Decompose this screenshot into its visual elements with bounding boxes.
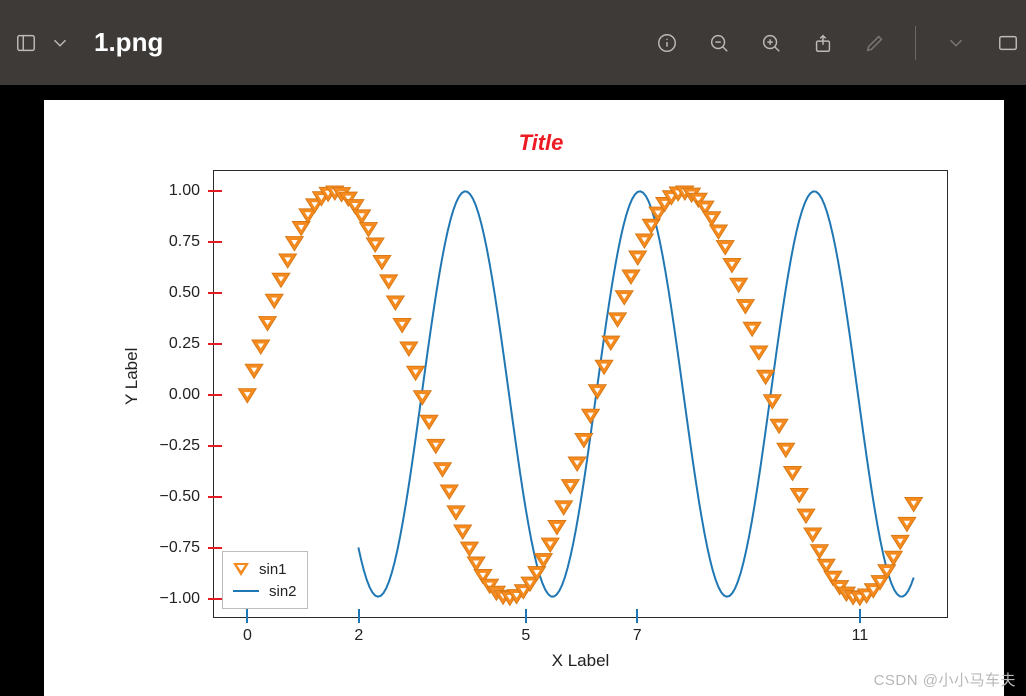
x-tick-label: 0	[243, 627, 252, 645]
y-tick-label: 0.75	[169, 233, 200, 251]
y-tick	[208, 598, 222, 600]
y-tick	[208, 241, 222, 243]
share-icon[interactable]	[811, 31, 835, 55]
x-tick	[246, 609, 248, 623]
titlebar-right	[655, 26, 1012, 60]
y-tick-label: 0.25	[169, 335, 200, 353]
pencil-icon[interactable]	[863, 31, 887, 55]
y-tick-label: 0.00	[169, 386, 200, 404]
x-tick-label: 2	[354, 627, 363, 645]
zoom-in-icon[interactable]	[759, 31, 783, 55]
chevron-down-icon[interactable]	[944, 31, 968, 55]
y-tick	[208, 547, 222, 549]
chart-title: Title	[118, 130, 964, 156]
y-tick-label: −0.75	[160, 539, 200, 557]
x-tick	[636, 609, 638, 623]
y-tick	[208, 394, 222, 396]
x-tick	[358, 609, 360, 623]
x-tick	[525, 609, 527, 623]
legend: sin1 sin2	[222, 551, 308, 609]
window-icon[interactable]	[996, 31, 1020, 55]
legend-item-sin2: sin2	[233, 580, 297, 602]
plot-area	[214, 171, 947, 617]
line-marker-icon	[233, 590, 259, 592]
chevron-down-icon[interactable]	[48, 31, 72, 55]
separator	[915, 26, 916, 60]
y-axis-label: Y Label	[122, 348, 142, 405]
y-tick-label: −1.00	[160, 590, 200, 608]
sidebar-toggle-icon[interactable]	[14, 31, 38, 55]
legend-label: sin2	[269, 583, 297, 600]
triangle-marker-icon	[233, 563, 249, 576]
image-card: Title Y Label 025711−1.00−0.75−0.50−0.25…	[44, 100, 1004, 696]
y-tick-label: −0.25	[160, 437, 200, 455]
x-tick-label: 7	[633, 627, 642, 645]
y-tick	[208, 343, 222, 345]
image-viewport: Title Y Label 025711−1.00−0.75−0.50−0.25…	[0, 85, 1026, 696]
x-tick	[859, 609, 861, 623]
file-name: 1.png	[94, 27, 163, 58]
x-axis-label: X Label	[214, 651, 947, 671]
y-tick	[208, 190, 222, 192]
y-tick-label: 1.00	[169, 182, 200, 200]
zoom-out-icon[interactable]	[707, 31, 731, 55]
x-tick-label: 5	[521, 627, 530, 645]
legend-label: sin1	[259, 561, 287, 578]
window-titlebar: 1.png	[0, 0, 1026, 85]
y-tick-label: −0.50	[160, 488, 200, 506]
y-tick-label: 0.50	[169, 284, 200, 302]
y-tick	[208, 496, 222, 498]
info-icon[interactable]	[655, 31, 679, 55]
chart: Title Y Label 025711−1.00−0.75−0.50−0.25…	[118, 130, 964, 680]
legend-item-sin1: sin1	[233, 558, 297, 580]
y-tick	[208, 292, 222, 294]
plot-frame: 025711−1.00−0.75−0.50−0.250.000.250.500.…	[213, 170, 948, 618]
y-tick	[208, 445, 222, 447]
titlebar-left: 1.png	[14, 27, 647, 58]
x-tick-label: 11	[852, 627, 869, 645]
